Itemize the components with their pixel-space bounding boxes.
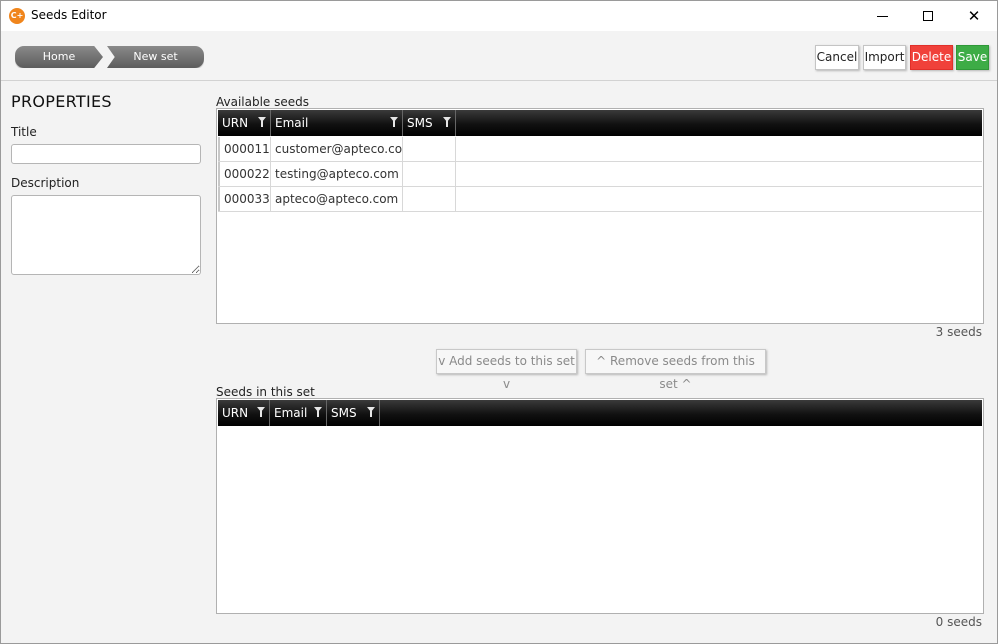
table-row[interactable]: 0000333 apteco@apteco.com [218, 187, 982, 212]
title-label: Title [11, 125, 37, 139]
column-header-urn[interactable]: URN [218, 110, 271, 136]
filter-icon[interactable] [367, 407, 375, 417]
remove-seeds-button[interactable]: ^ Remove seeds from this set ^ [585, 349, 766, 391]
cell-sms [403, 187, 456, 211]
close-icon: ✕ [967, 7, 981, 25]
filter-icon[interactable] [314, 407, 322, 417]
column-header-label: Email [274, 406, 308, 420]
title-bar: C+ Seeds Editor ✕ [1, 1, 997, 31]
column-header-label: URN [222, 116, 249, 130]
breadcrumb-new-set[interactable]: New set [107, 46, 204, 68]
column-header-urn[interactable]: URN [218, 400, 270, 426]
filter-icon[interactable] [258, 117, 266, 127]
cell-urn: 0000222 [218, 162, 271, 186]
seeds-editor-window: C+ Seeds Editor ✕ Home New set Cancel Im… [0, 0, 998, 644]
delete-button[interactable]: Delete [910, 45, 953, 70]
seeds-in-set-label: Seeds in this set [216, 385, 315, 399]
table-row[interactable]: 0000111 customer@apteco.com [218, 137, 982, 162]
window-title: Seeds Editor [31, 8, 107, 22]
cell-email: apteco@apteco.com [271, 187, 403, 211]
filter-icon[interactable] [443, 117, 451, 127]
filter-icon[interactable] [390, 117, 398, 127]
properties-heading: PROPERTIES [11, 92, 112, 111]
column-header-label: URN [222, 406, 249, 420]
column-header-email[interactable]: Email [271, 110, 403, 136]
column-header-label: Email [275, 116, 309, 130]
column-header-sms[interactable]: SMS [403, 110, 456, 136]
import-button[interactable]: Import [863, 45, 906, 70]
cell-urn: 0000333 [218, 187, 271, 211]
available-seeds-count: 3 seeds [935, 325, 982, 339]
maximize-icon [923, 11, 933, 21]
cell-email: testing@apteco.com [271, 162, 403, 186]
column-header-sms[interactable]: SMS [327, 400, 380, 426]
toolbar: Home New set Cancel Import Delete Save [1, 31, 997, 81]
table-row[interactable]: 0000222 testing@apteco.com [218, 162, 982, 187]
cancel-button[interactable]: Cancel [815, 45, 859, 70]
save-button[interactable]: Save [956, 45, 989, 70]
cell-sms [403, 137, 456, 161]
grid-header: URN Email SMS [218, 110, 982, 136]
cell-sms [403, 162, 456, 186]
maximize-button[interactable] [905, 1, 951, 31]
available-seeds-grid: URN Email SMS 0000111 customer@apteco.co… [216, 108, 984, 324]
minimize-button[interactable] [859, 1, 905, 31]
minimize-icon [876, 15, 888, 17]
column-header-email[interactable]: Email [270, 400, 327, 426]
description-input[interactable] [11, 195, 201, 275]
title-input[interactable] [11, 144, 201, 164]
seeds-in-set-grid: URN Email SMS [216, 398, 984, 614]
grid-header: URN Email SMS [218, 400, 982, 426]
add-seeds-button[interactable]: v Add seeds to this set v [436, 349, 577, 391]
close-button[interactable]: ✕ [951, 1, 997, 31]
cell-email: customer@apteco.com [271, 137, 403, 161]
seeds-in-set-count: 0 seeds [935, 615, 982, 629]
filter-icon[interactable] [257, 407, 265, 417]
column-header-label: SMS [331, 406, 357, 420]
breadcrumb-home[interactable]: Home [15, 46, 103, 68]
cell-urn: 0000111 [218, 137, 271, 161]
column-header-label: SMS [407, 116, 433, 130]
available-seeds-label: Available seeds [216, 95, 310, 109]
app-logo-icon: C+ [9, 8, 25, 24]
description-label: Description [11, 176, 80, 190]
